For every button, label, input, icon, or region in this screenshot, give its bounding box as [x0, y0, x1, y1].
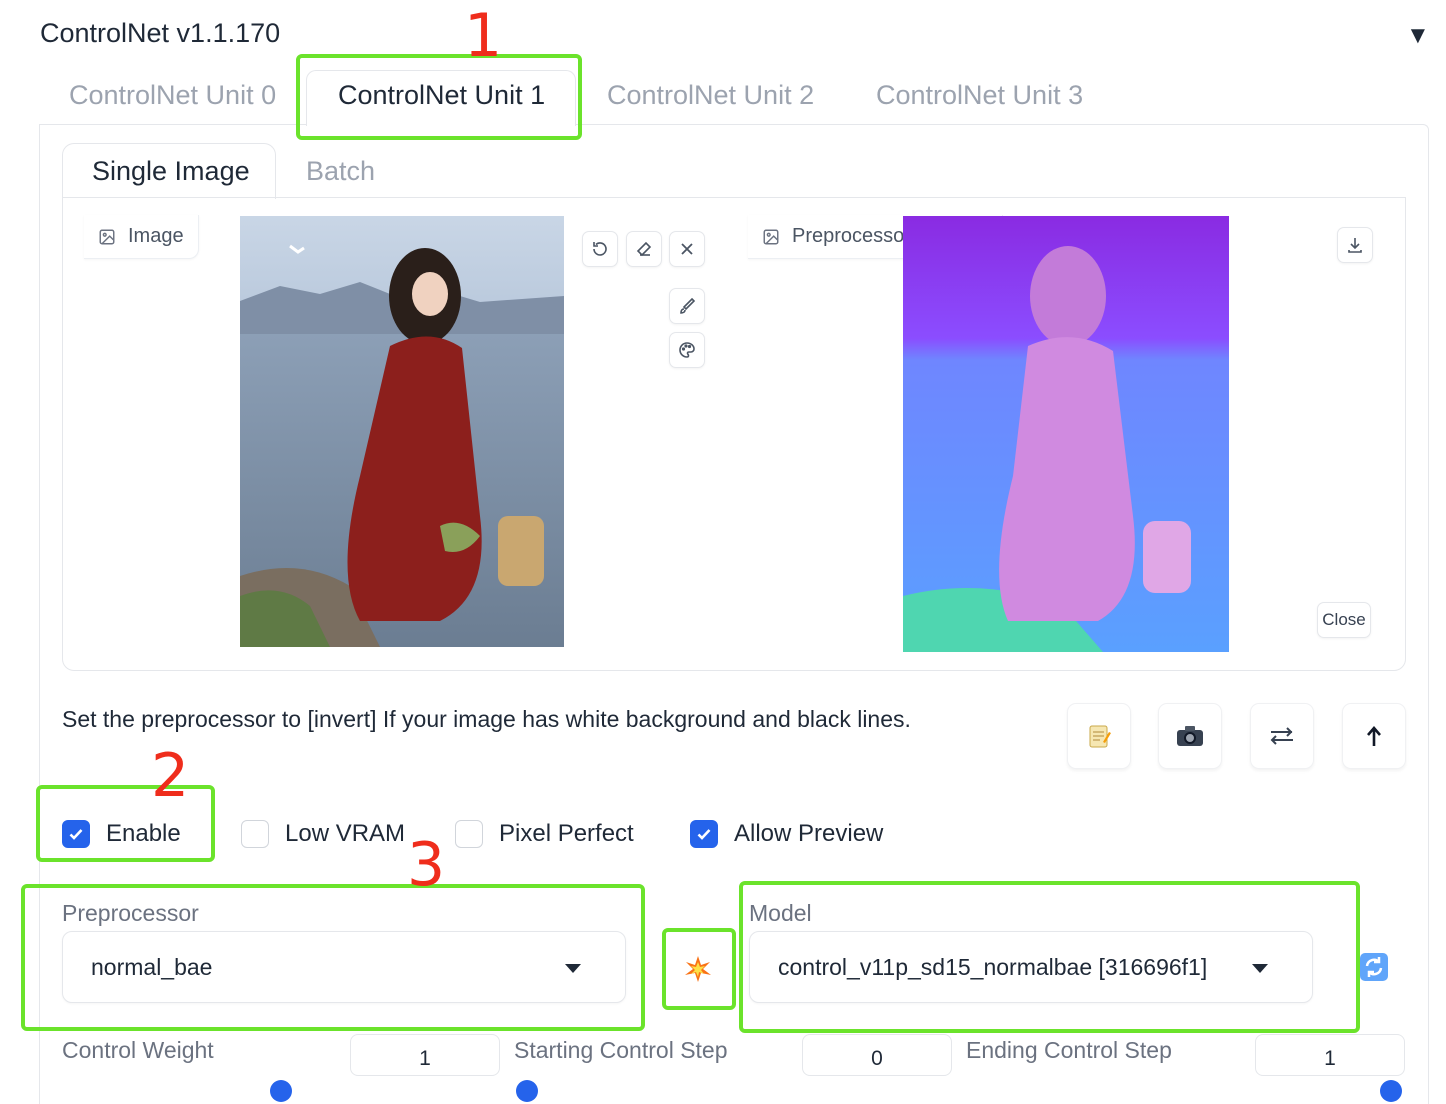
- enable-checkbox[interactable]: Enable: [62, 820, 181, 848]
- preprocessor-preview-image: [903, 216, 1229, 652]
- refresh-icon: [1360, 953, 1388, 981]
- run-preprocessor-button[interactable]: [666, 935, 730, 1003]
- preprocessor-dropdown[interactable]: normal_bae: [62, 931, 626, 1003]
- tab-controlnet-unit-3[interactable]: ControlNet Unit 3: [876, 80, 1083, 111]
- pixel-perfect-label: Pixel Perfect: [499, 820, 634, 847]
- image-label-text: Image: [128, 225, 184, 247]
- preprocessor-hint: Set the preprocessor to [invert] If your…: [62, 706, 911, 732]
- palette-icon: [679, 342, 695, 358]
- image-input-label: Image: [84, 215, 199, 259]
- starting-control-step-input[interactable]: 0: [802, 1034, 952, 1076]
- image-icon: [763, 229, 779, 244]
- tab-controlnet-unit-2[interactable]: ControlNet Unit 2: [607, 80, 814, 111]
- upload-arrow-icon: [1367, 726, 1381, 746]
- swap-arrows-icon: [1270, 727, 1293, 745]
- low-vram-checkbox[interactable]: Low VRAM: [241, 820, 405, 848]
- undo-button[interactable]: [582, 231, 618, 267]
- refresh-models-button[interactable]: [1342, 931, 1406, 1003]
- tab-controlnet-unit-0[interactable]: ControlNet Unit 0: [69, 80, 276, 111]
- collision-icon: [685, 956, 711, 982]
- ending-control-step-label: Ending Control Step: [966, 1037, 1172, 1063]
- triangle-down-icon[interactable]: ▼: [1406, 22, 1430, 50]
- annotation-number-1: 1: [464, 1, 503, 71]
- undo-icon: [593, 242, 607, 256]
- eraser-icon: [636, 241, 652, 257]
- swap-button[interactable]: [1250, 703, 1314, 769]
- image-icon: [99, 229, 115, 244]
- brush-button[interactable]: [669, 288, 705, 324]
- send-dimensions-button[interactable]: [1342, 703, 1406, 769]
- chevron-down-icon: [565, 964, 581, 973]
- model-label: Model: [749, 900, 812, 926]
- checkbox-unchecked[interactable]: [241, 820, 269, 848]
- preprocessor-label: Preprocessor: [62, 900, 199, 926]
- control-weight-input[interactable]: 1: [350, 1034, 500, 1076]
- ending-control-step-input[interactable]: 1: [1255, 1034, 1405, 1076]
- brush-icon: [680, 297, 696, 314]
- checkbox-checked[interactable]: [690, 820, 718, 848]
- download-icon: [1348, 238, 1362, 253]
- close-preview-button[interactable]: Close: [1317, 602, 1371, 638]
- starting-control-step-label: Starting Control Step: [514, 1037, 728, 1063]
- allow-preview-checkbox[interactable]: Allow Preview: [690, 820, 883, 848]
- allow-preview-label: Allow Preview: [734, 820, 884, 847]
- enable-label: Enable: [106, 820, 181, 847]
- eraser-button[interactable]: [626, 231, 662, 267]
- checkbox-unchecked[interactable]: [455, 820, 483, 848]
- clear-image-button[interactable]: [669, 231, 705, 267]
- accordion-title: ControlNet v1.1.170: [40, 18, 281, 48]
- checkbox-checked[interactable]: [62, 820, 90, 848]
- memo-icon: [1089, 725, 1111, 748]
- tab-controlnet-unit-1[interactable]: ControlNet Unit 1: [338, 80, 545, 111]
- chevron-down-icon: [1252, 964, 1268, 973]
- download-button[interactable]: [1337, 227, 1373, 263]
- camera-icon: [1177, 726, 1203, 746]
- tab-batch[interactable]: Batch: [306, 156, 375, 187]
- low-vram-label: Low VRAM: [285, 820, 406, 847]
- color-palette-button[interactable]: [669, 332, 705, 368]
- pixel-perfect-checkbox[interactable]: Pixel Perfect: [455, 820, 634, 848]
- memo-button[interactable]: [1067, 703, 1131, 769]
- model-dropdown[interactable]: control_v11p_sd15_normalbae [316696f1]: [749, 931, 1313, 1003]
- preprocessor-value: normal_bae: [91, 953, 213, 980]
- close-icon: [681, 243, 693, 255]
- model-value: control_v11p_sd15_normalbae [316696f1]: [778, 953, 1208, 980]
- control-weight-slider-thumb[interactable]: [270, 1080, 292, 1102]
- input-photo[interactable]: [240, 216, 564, 647]
- starting-control-step-slider-thumb[interactable]: [516, 1080, 538, 1102]
- tab-single-image[interactable]: Single Image: [92, 156, 250, 187]
- ending-control-step-slider-thumb[interactable]: [1380, 1080, 1402, 1102]
- control-weight-label: Control Weight: [62, 1037, 214, 1063]
- camera-button[interactable]: [1158, 703, 1222, 769]
